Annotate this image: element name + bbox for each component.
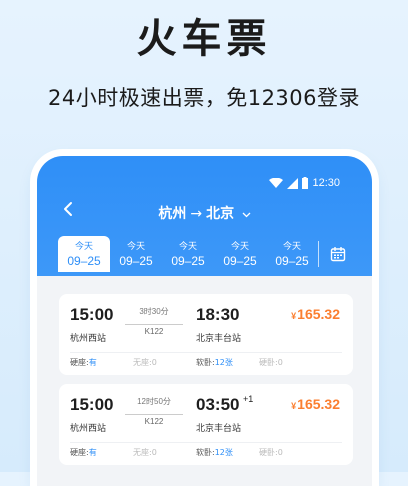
departure-station: 杭州西站 [70,334,107,344]
arrival-time: 18:30 [196,305,240,324]
chevron-down-icon [238,208,251,221]
promo-headline: 火车票 [136,16,272,62]
duration: 12时50分 [137,397,171,406]
divider [318,241,319,267]
date-tab[interactable]: 今天 09–25 [110,236,162,272]
seat-status: 有 [88,358,97,367]
seat-type: 硬卧: [259,358,278,367]
price: ¥165.32 [291,396,340,412]
currency-symbol: ¥ [291,311,297,321]
phone-mockup: 12:30 杭州 → 北京 今天 09–25 今天 09–25 今天 09–25… [37,156,372,486]
date-tab[interactable]: 今天 09–25 [266,236,318,272]
status-bar: 12:30 [269,176,340,190]
app-header: 12:30 杭州 → 北京 今天 09–25 今天 09–25 今天 09–25… [37,156,372,276]
train-number: K122 [144,417,164,426]
date-tab[interactable]: 今天 09–25 [162,236,214,272]
seat-hard-seat: 硬座:有 [70,447,97,458]
seat-soft-sleeper: 软卧:12张 [196,357,233,368]
currency-symbol: ¥ [291,401,297,411]
wifi-icon [269,177,284,188]
departure-time: 15:00 [70,395,114,414]
price: ¥165.32 [291,306,340,322]
route-to: 北京 [206,206,235,222]
seat-status: 有 [88,448,97,457]
seat-status: 0 [277,448,283,457]
date-tab-date: 09–25 [119,254,153,268]
promo-subline: 24小时极速出票，免12306登录 [47,86,361,110]
price-value: 165.32 [297,396,340,412]
battery-icon [302,177,309,189]
seat-status: 0 [277,358,283,367]
seat-hard-seat: 硬座:有 [70,357,97,368]
date-tabs: 今天 09–25 今天 09–25 今天 09–25 今天 09–25 今天 0… [58,236,368,272]
seat-hard-sleeper: 硬卧:0 [259,357,283,368]
departure-time: 15:00 [70,305,114,324]
seat-type: 硬座: [70,448,89,457]
date-tab-selected[interactable]: 今天 09–25 [58,236,110,272]
duration-line [125,414,183,415]
seat-hard-sleeper: 硬卧:0 [259,447,283,458]
date-tab-day: 今天 [178,241,197,251]
train-number: K122 [144,327,164,336]
calendar-button[interactable] [327,236,349,272]
seat-type: 无座: [133,448,152,457]
seat-status: 0 [151,358,157,367]
seat-status: 0 [151,448,157,457]
train-card[interactable]: 15:00 12时50分 K122 03:50 +1 ¥165.32 杭州西站 … [59,384,353,465]
route-arrow: → [190,206,203,222]
seat-type: 软卧: [196,358,215,367]
seat-type: 软卧: [196,448,215,457]
seat-type: 硬座: [70,358,89,367]
seat-status: 12张 [214,448,233,457]
arrival-time: 03:50 [196,395,240,414]
signal-icon [287,177,299,189]
seat-type: 无座: [133,358,152,367]
route-selector[interactable]: 杭州 → 北京 [37,203,372,223]
date-tab[interactable]: 今天 09–25 [214,236,266,272]
date-tab-day: 今天 [282,241,301,251]
date-tab-date: 09–25 [171,254,205,268]
route-from: 杭州 [158,206,187,222]
arrival-station: 北京丰台站 [196,424,242,434]
date-tab-day: 今天 [230,241,249,251]
seat-soft-sleeper: 软卧:12张 [196,447,233,458]
seat-standing: 无座:0 [133,447,157,458]
date-tab-date: 09–25 [275,254,309,268]
duration-line [125,324,183,325]
price-value: 165.32 [297,306,340,322]
train-card[interactable]: 15:00 3时30分 K122 18:30 ¥165.32 杭州西站 北京丰台… [59,294,353,375]
calendar-icon [330,247,346,262]
date-tab-date: 09–25 [223,254,257,268]
date-tab-day: 今天 [126,241,145,251]
duration: 3时30分 [139,307,169,316]
seat-standing: 无座:0 [133,357,157,368]
seat-type: 硬卧: [259,448,278,457]
card-divider [70,442,342,443]
date-tab-date: 09–25 [67,254,101,268]
departure-station: 杭州西站 [70,424,107,434]
status-time: 12:30 [312,177,340,189]
nav-bar: 杭州 → 北京 [37,200,372,224]
seat-status: 12张 [214,358,233,367]
arrival-station: 北京丰台站 [196,334,242,344]
date-tab-day: 今天 [74,241,93,251]
card-divider [70,352,342,353]
next-day-badge: +1 [243,394,254,404]
